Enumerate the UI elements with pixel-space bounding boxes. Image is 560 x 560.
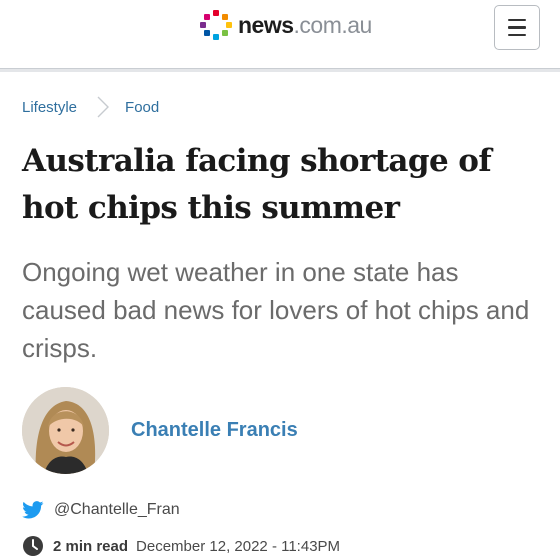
publish-date: December 12, 2022 - 11:43PM	[136, 537, 341, 555]
author-twitter[interactable]: @Chantelle_Fran	[22, 498, 180, 522]
read-time: 2 min read	[53, 537, 129, 555]
breadcrumb-food[interactable]: Food	[125, 99, 159, 116]
twitter-icon	[22, 501, 44, 519]
breadcrumb: Lifestyle Food	[22, 96, 159, 118]
twitter-handle[interactable]: @Chantelle_Fran	[54, 501, 180, 519]
logo-tld: .com.au	[293, 11, 373, 38]
clock-icon	[23, 536, 43, 556]
site-logo[interactable]: news.com.au	[200, 8, 372, 42]
hamburger-icon	[508, 18, 526, 22]
author-photo	[22, 387, 109, 474]
author-name[interactable]: Chantelle Francis	[131, 419, 298, 442]
logo-dots-icon	[200, 9, 232, 41]
logo-wordmark: news.com.au	[238, 12, 372, 39]
breadcrumb-lifestyle[interactable]: Lifestyle	[22, 99, 77, 116]
header-divider	[0, 68, 560, 72]
site-header: news.com.au	[0, 0, 560, 68]
author-avatar[interactable]	[22, 387, 109, 474]
chevron-right-icon	[97, 96, 110, 118]
article-headline: Australia facing shortage of hot chips t…	[22, 143, 492, 226]
article-standfirst: Ongoing wet weather in one state has cau…	[22, 257, 530, 363]
menu-button[interactable]	[494, 5, 540, 50]
logo-news: news	[238, 11, 294, 38]
article-meta: 2 min read December 12, 2022 - 11:43PM	[22, 534, 340, 558]
